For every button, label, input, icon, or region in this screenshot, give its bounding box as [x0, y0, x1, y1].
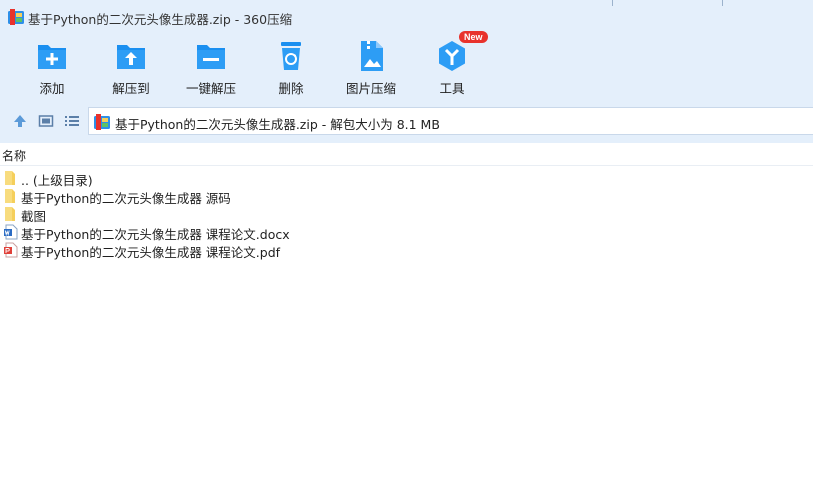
- add-label: 添加: [39, 81, 65, 96]
- one-click-extract-icon: [197, 45, 225, 69]
- archive-logo-icon: [8, 9, 24, 25]
- extract-to-label: 解压到: [112, 81, 150, 96]
- address-text: 基于Python的二次元头像生成器.zip - 解包大小为 8.1 MB: [115, 117, 440, 132]
- window-control[interactable]: [700, 0, 746, 8]
- address-bar[interactable]: 基于Python的二次元头像生成器.zip - 解包大小为 8.1 MB: [88, 107, 813, 135]
- tools-label: 工具: [439, 81, 465, 96]
- file-name: 基于Python的二次元头像生成器 课程论文.pdf: [21, 245, 281, 260]
- folder-icon: [5, 171, 15, 185]
- delete-label: 删除: [278, 81, 304, 96]
- name-column-header[interactable]: 名称: [2, 147, 26, 164]
- window-control[interactable]: [590, 0, 636, 8]
- extract-to-button[interactable]: 解压到: [92, 38, 170, 100]
- word-document-icon: [4, 224, 18, 240]
- new-badge: New: [459, 31, 488, 43]
- delete-button[interactable]: 删除: [252, 38, 330, 100]
- up-arrow-icon[interactable]: [11, 112, 29, 130]
- one-click-extract-label: 一键解压: [185, 81, 236, 96]
- toolbar: 添加 解压到 一键解压 删除 图片压缩 New 工具: [0, 31, 813, 100]
- file-list: .. (上级目录) 基于Python的二次元头像生成器 源码 截图 基于Pyth…: [0, 169, 813, 260]
- list-item[interactable]: 基于Python的二次元头像生成器 源码: [0, 187, 813, 206]
- folder-icon: [5, 189, 15, 203]
- list-item[interactable]: .. (上级目录): [0, 169, 813, 188]
- tools-icon: [439, 41, 465, 71]
- list-item[interactable]: 基于Python的二次元头像生成器 课程论文.docx: [0, 223, 813, 242]
- image-compress-label: 图片压缩: [345, 81, 396, 96]
- column-header: 名称: [0, 143, 813, 166]
- navigation-bar: 基于Python的二次元头像生成器.zip - 解包大小为 8.1 MB: [0, 106, 813, 136]
- list-item[interactable]: 截图: [0, 205, 813, 224]
- folder-icon: [5, 207, 15, 221]
- add-button[interactable]: 添加: [13, 38, 91, 100]
- list-item[interactable]: 基于Python的二次元头像生成器 课程论文.pdf: [0, 241, 813, 260]
- one-click-extract-button[interactable]: 一键解压: [172, 38, 250, 100]
- pdf-document-icon: [4, 242, 18, 258]
- tools-button[interactable]: New 工具: [413, 31, 491, 100]
- title-bar: 基于Python的二次元头像生成器.zip - 360压缩: [0, 0, 813, 34]
- window-title: 基于Python的二次元头像生成器.zip - 360压缩: [28, 12, 293, 27]
- delete-icon: [281, 42, 301, 70]
- archive-file-icon: [94, 114, 110, 130]
- list-view-icon[interactable]: [63, 112, 81, 130]
- extract-to-icon: [117, 45, 145, 69]
- image-compress-button[interactable]: 图片压缩: [332, 38, 410, 100]
- thumbnail-view-icon[interactable]: [37, 112, 55, 130]
- image-compress-icon: [361, 41, 383, 71]
- add-icon: [38, 45, 66, 69]
